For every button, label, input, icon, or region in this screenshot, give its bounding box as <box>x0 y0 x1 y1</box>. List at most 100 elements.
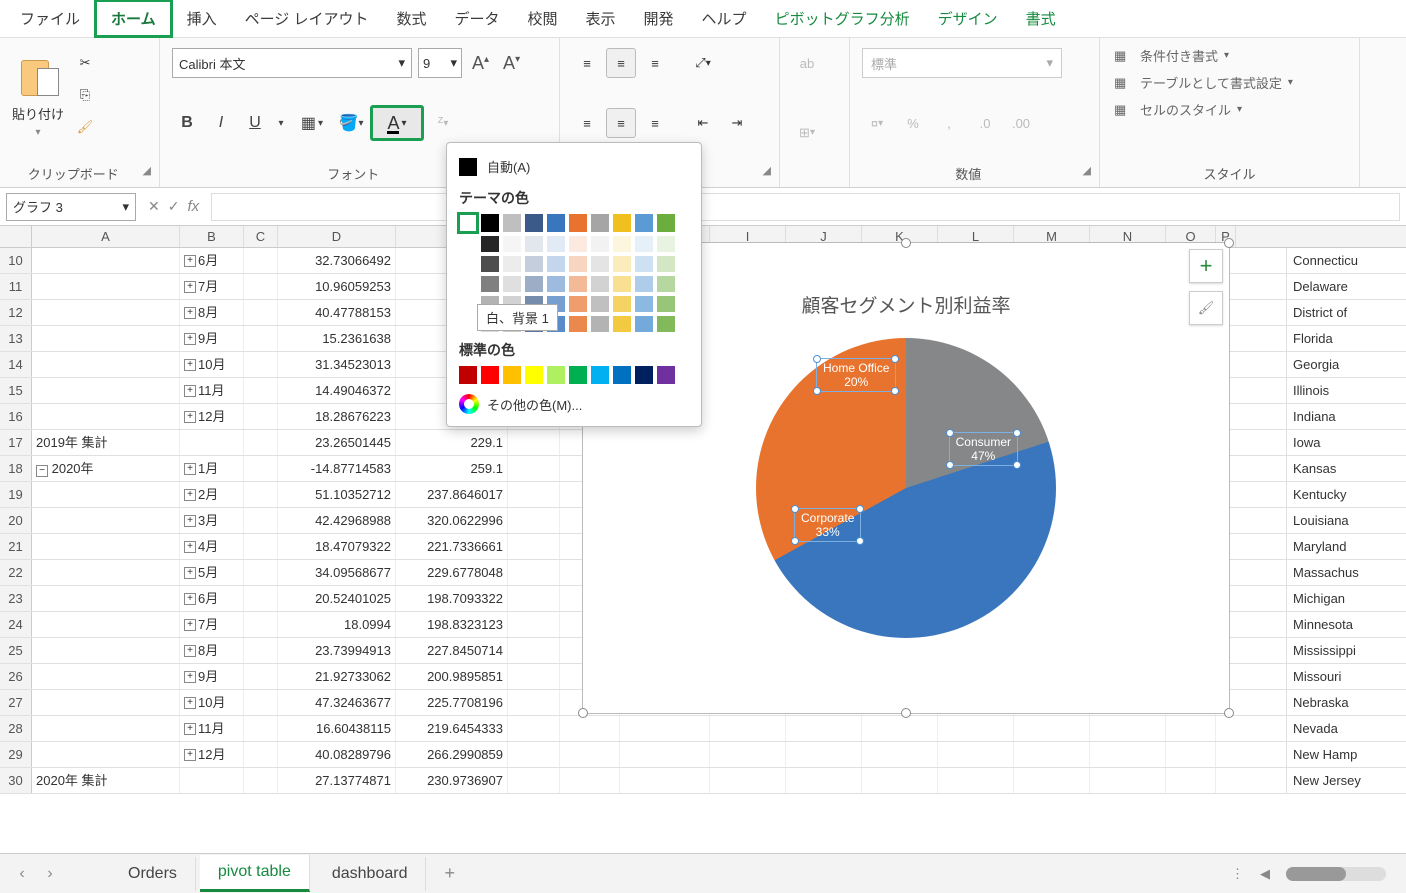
cell[interactable] <box>508 664 560 689</box>
cell[interactable]: 42.42968988 <box>278 508 396 533</box>
state-list-item[interactable]: Kansas <box>1286 456 1406 482</box>
cell[interactable]: -14.87714583 <box>278 456 396 481</box>
state-list-item[interactable]: Iowa <box>1286 430 1406 456</box>
cell[interactable]: 32.73066492 <box>278 248 396 273</box>
menu-pivotchart-analyze[interactable]: ピボットグラフ分析 <box>761 2 924 35</box>
cell[interactable]: 198.8323123 <box>396 612 508 637</box>
underline-dropdown[interactable]: ▾ <box>274 108 288 138</box>
cell[interactable] <box>244 742 278 767</box>
cell[interactable]: +8月 <box>180 638 244 663</box>
tab-nav-prev[interactable]: ‹ <box>10 865 34 883</box>
cell[interactable] <box>244 326 278 351</box>
color-swatch[interactable] <box>635 316 653 332</box>
cell[interactable] <box>710 716 786 741</box>
row-header[interactable]: 28 <box>0 716 32 741</box>
cell[interactable] <box>244 456 278 481</box>
cell[interactable] <box>1166 742 1216 767</box>
expand-icon[interactable]: + <box>184 697 196 709</box>
cell[interactable]: +10月 <box>180 352 244 377</box>
cell[interactable] <box>862 716 938 741</box>
expand-icon[interactable]: + <box>184 645 196 657</box>
color-swatch[interactable] <box>547 236 565 252</box>
expand-icon[interactable]: + <box>184 255 196 267</box>
color-swatch[interactable] <box>613 214 631 232</box>
cell[interactable]: 18.28676223 <box>278 404 396 429</box>
cell[interactable]: +7月 <box>180 274 244 299</box>
formula-input[interactable] <box>211 193 1400 221</box>
cell[interactable] <box>508 716 560 741</box>
color-swatch[interactable] <box>525 236 543 252</box>
row-header[interactable]: 30 <box>0 768 32 793</box>
cell[interactable]: +12月 <box>180 404 244 429</box>
color-swatch[interactable] <box>503 214 521 232</box>
state-list-item[interactable]: Maryland <box>1286 534 1406 560</box>
cell[interactable] <box>244 378 278 403</box>
expand-icon[interactable]: + <box>184 749 196 761</box>
cell[interactable] <box>1090 768 1166 793</box>
cell[interactable]: 16.60438115 <box>278 716 396 741</box>
color-swatch[interactable] <box>503 236 521 252</box>
clipboard-dialog-launcher[interactable]: ◢ <box>143 164 151 177</box>
color-swatch[interactable] <box>525 256 543 272</box>
expand-icon[interactable]: + <box>184 333 196 345</box>
menu-data[interactable]: データ <box>440 2 513 35</box>
row-header[interactable]: 17 <box>0 430 32 455</box>
format-painter-button[interactable]: 🖌 <box>74 116 96 138</box>
color-swatch[interactable] <box>569 366 587 384</box>
row-header[interactable]: 13 <box>0 326 32 351</box>
cell[interactable] <box>508 690 560 715</box>
accept-formula-button[interactable]: ✓ <box>168 198 180 215</box>
cell[interactable]: 200.9895851 <box>396 664 508 689</box>
color-swatch[interactable] <box>569 316 587 332</box>
cell[interactable] <box>862 742 938 767</box>
state-list-item[interactable]: Mississippi <box>1286 638 1406 664</box>
cell[interactable] <box>1166 716 1216 741</box>
cell[interactable]: 31.34523013 <box>278 352 396 377</box>
chart-styles-button[interactable]: 🖌 <box>1189 291 1223 325</box>
align-left-button[interactable]: ≡ <box>572 108 602 138</box>
cell[interactable] <box>786 716 862 741</box>
cell[interactable]: 40.08289796 <box>278 742 396 767</box>
cell[interactable] <box>508 456 560 481</box>
color-swatch[interactable] <box>481 366 499 384</box>
row-header[interactable]: 15 <box>0 378 32 403</box>
scroll-left-button[interactable]: ◀ <box>1260 866 1270 882</box>
cell[interactable]: 229.6778048 <box>396 560 508 585</box>
color-swatch[interactable] <box>459 236 477 252</box>
cell[interactable] <box>32 482 180 507</box>
cell[interactable] <box>508 586 560 611</box>
color-swatch[interactable] <box>635 276 653 292</box>
cell[interactable] <box>180 430 244 455</box>
chart-resize-handle[interactable] <box>901 238 911 248</box>
cell[interactable]: 40.47788153 <box>278 300 396 325</box>
cell[interactable]: +4月 <box>180 534 244 559</box>
merge-button[interactable]: ⊞▾ <box>792 118 822 148</box>
phonetic-button[interactable]: ᶻ▾ <box>428 108 458 138</box>
cell[interactable] <box>32 690 180 715</box>
menu-file[interactable]: ファイル <box>6 2 94 35</box>
menu-format[interactable]: 書式 <box>1012 2 1070 35</box>
row-header[interactable]: 14 <box>0 352 32 377</box>
cell[interactable] <box>710 768 786 793</box>
row-header[interactable]: 21 <box>0 534 32 559</box>
cell[interactable]: 225.7708196 <box>396 690 508 715</box>
align-right-button[interactable]: ≡ <box>640 108 670 138</box>
color-swatch[interactable] <box>657 276 675 292</box>
cell[interactable] <box>244 508 278 533</box>
menu-developer[interactable]: 開発 <box>630 2 688 35</box>
cell[interactable] <box>1014 768 1090 793</box>
align-top-button[interactable]: ≡ <box>572 48 602 78</box>
expand-icon[interactable]: + <box>184 515 196 527</box>
state-list-item[interactable]: Nevada <box>1286 716 1406 742</box>
state-list-item[interactable]: Louisiana <box>1286 508 1406 534</box>
cell[interactable]: +9月 <box>180 326 244 351</box>
state-list-item[interactable]: New Jersey <box>1286 768 1406 794</box>
cell[interactable] <box>32 326 180 351</box>
cell[interactable] <box>244 534 278 559</box>
color-swatch[interactable] <box>503 276 521 292</box>
state-list-item[interactable]: Michigan <box>1286 586 1406 612</box>
cell[interactable]: +10月 <box>180 690 244 715</box>
cell[interactable] <box>32 378 180 403</box>
fx-icon[interactable]: fx <box>187 198 199 215</box>
color-swatch[interactable] <box>569 256 587 272</box>
